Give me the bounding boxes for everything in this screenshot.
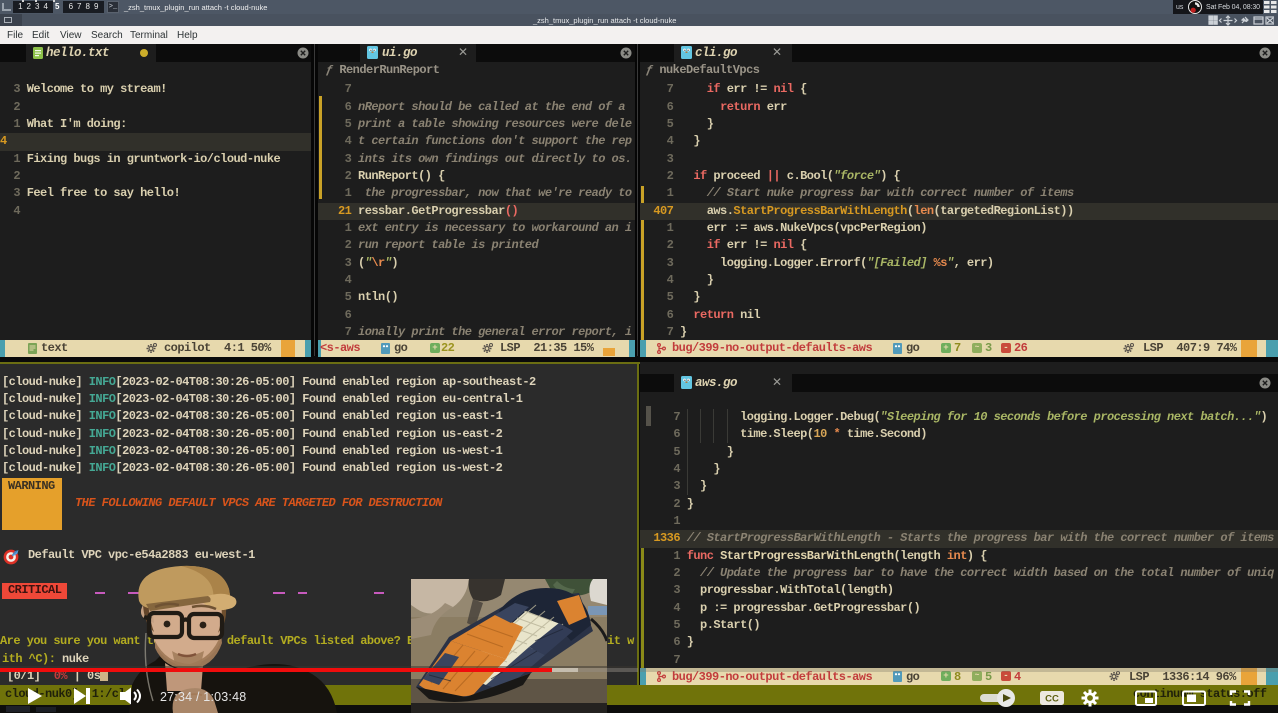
svg-text:CC: CC (1045, 694, 1059, 705)
